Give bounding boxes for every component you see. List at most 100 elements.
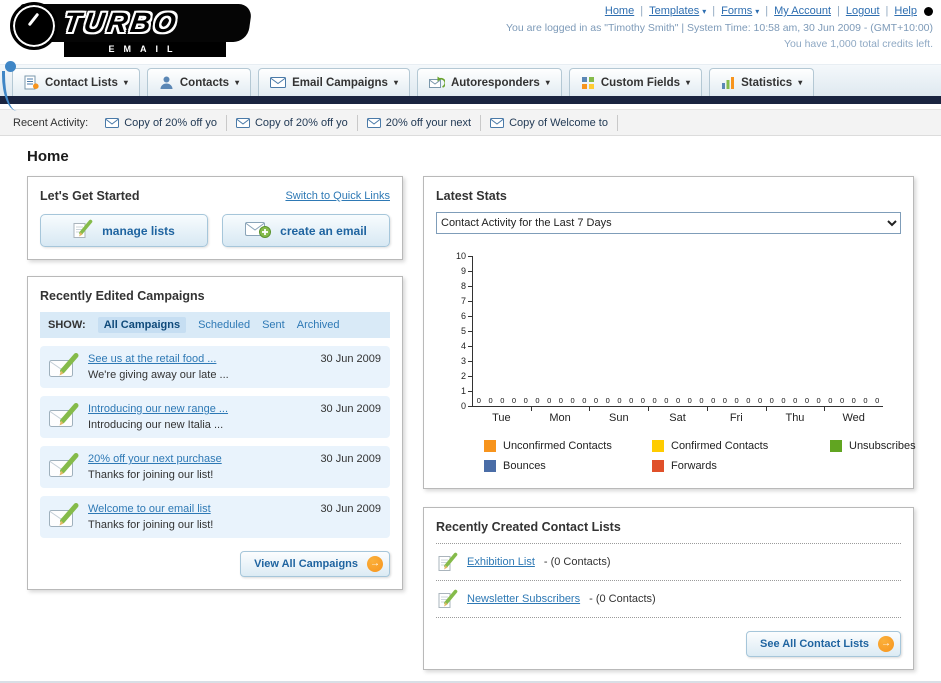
bar-value-label: 0 <box>605 395 610 405</box>
tab-statistics[interactable]: Statistics ▾ <box>709 68 815 96</box>
bar-value-label: 0 <box>804 395 809 405</box>
chart-legend: Unconfirmed Contacts Confirmed Contacts Un… <box>484 440 916 472</box>
recent-activity-item[interactable]: 20% off your next <box>358 114 482 131</box>
contact-activity-chart: 10 9 8 7 6 5 4 3 2 1 0 000000000000000000000000000… <box>446 251 883 411</box>
bar-value-label: 0 <box>640 395 645 405</box>
bar-value-label: 0 <box>488 395 493 405</box>
x-axis-label: Tue <box>492 412 511 424</box>
campaign-title-link[interactable]: Introducing our new range ... <box>88 403 311 415</box>
right-column: Latest Stats Contact Activity for the La… <box>423 176 916 670</box>
view-all-campaigns-button[interactable]: View All Campaigns → <box>240 551 390 577</box>
bar-value-label: 0 <box>547 395 552 405</box>
campaign-title-link[interactable]: See us at the retail food ... <box>88 353 311 365</box>
campaign-title-link[interactable]: 20% off your next purchase <box>88 453 311 465</box>
turbo-email-logo[interactable]: TURBO EMAIL <box>4 2 266 62</box>
bar-value-label: 0 <box>523 395 528 405</box>
y-axis-tick-label: 5 <box>461 326 472 336</box>
chevron-down-icon: ▾ <box>235 78 240 87</box>
chevron-down-icon[interactable]: ▾ <box>702 7 706 16</box>
campaign-filter-sent[interactable]: Sent <box>262 317 285 333</box>
top-link-my-account[interactable]: My Account <box>774 5 831 17</box>
email-campaigns-icon <box>270 77 287 88</box>
campaign-row: Introducing our new range ... Introducing… <box>40 396 390 438</box>
top-link-home[interactable]: Home <box>605 5 634 17</box>
tab-label: Custom Fields <box>600 76 681 89</box>
contact-list-link[interactable]: Newsletter Subscribers <box>467 593 580 605</box>
nav-divider-bar <box>0 96 941 104</box>
chart-category-group: 00000 <box>766 256 825 406</box>
bar-value-label: 0 <box>617 395 622 405</box>
email-edit-icon <box>49 453 79 478</box>
recently-created-contact-lists-panel: Recently Created Contact Lists Exhibitio… <box>423 507 914 670</box>
arrow-right-icon: → <box>367 556 383 572</box>
x-axis-label: Sat <box>648 407 707 424</box>
campaign-filter-scheduled[interactable]: Scheduled <box>198 317 250 333</box>
recent-activity-item[interactable]: Copy of 20% off yo <box>96 114 227 131</box>
manage-lists-label: manage lists <box>102 223 175 238</box>
see-all-contact-lists-label: See All Contact Lists <box>759 638 869 650</box>
chart-category-group: 00000 <box>473 256 532 406</box>
bar-value-label: 0 <box>500 395 505 405</box>
get-started-panel: Let's Get Started Switch to Quick Links … <box>27 176 403 260</box>
campaign-text: Welcome to our email list Thanks for join… <box>88 503 311 531</box>
contact-list-row: Exhibition List - (0 Contacts) <box>436 544 901 581</box>
envelope-icon <box>235 117 250 128</box>
gauge-needle <box>27 12 40 27</box>
tab-label: Email Campaigns <box>292 76 388 89</box>
y-axis-tick-label: 10 <box>456 251 472 261</box>
bar-value-label: 0 <box>558 395 563 405</box>
left-column: Let's Get Started Switch to Quick Links … <box>27 176 403 590</box>
bar-value-label: 0 <box>757 395 763 405</box>
contact-list-link[interactable]: Exhibition List <box>467 556 535 568</box>
tab-email-campaigns[interactable]: Email Campaigns ▾ <box>258 68 410 96</box>
campaign-text: 20% off your next purchase Thanks for joi… <box>88 453 311 481</box>
recent-activity-item-label: Copy of Welcome to <box>509 116 608 129</box>
nav-separator: | <box>640 5 644 17</box>
recent-activity-item[interactable]: Copy of 20% off yo <box>227 114 358 131</box>
create-email-button[interactable]: create an email <box>222 214 390 247</box>
y-axis-tick-label: 9 <box>461 266 472 276</box>
bar-value-label: 0 <box>828 395 833 405</box>
pencil-paper-icon <box>438 552 458 572</box>
campaign-text: Introducing our new range ... Introducing… <box>88 403 311 431</box>
y-axis-tick-label: 6 <box>461 311 472 321</box>
switch-to-quick-links[interactable]: Switch to Quick Links <box>285 190 390 202</box>
campaign-filter-all-campaigns[interactable]: All Campaigns <box>97 317 187 333</box>
nav-separator: | <box>765 5 769 17</box>
tab-label: Statistics <box>741 76 793 89</box>
credits-remaining: You have 1,000 total credits left. <box>783 38 933 50</box>
top-link-templates[interactable]: Templates <box>649 5 699 17</box>
campaign-filter-archived[interactable]: Archived <box>297 317 340 333</box>
campaign-row: See us at the retail food ... We're givin… <box>40 346 390 388</box>
bar-value-label: 0 <box>535 395 540 405</box>
tab-contact-lists[interactable]: Contact Lists ▾ <box>12 68 140 96</box>
bar-value-label: 0 <box>746 395 751 405</box>
top-link-forms[interactable]: Forms <box>721 5 752 17</box>
see-all-contact-lists-button[interactable]: See All Contact Lists → <box>745 631 901 657</box>
bar-value-label: 0 <box>593 395 599 405</box>
y-axis-tick-label: 3 <box>461 356 472 366</box>
stats-period-select[interactable]: Contact Activity for the Last 7 Days <box>436 212 901 234</box>
recent-activity-item[interactable]: Copy of Welcome to <box>481 114 618 131</box>
envelope-icon <box>366 117 381 128</box>
campaign-title-link[interactable]: Welcome to our email list <box>88 503 311 515</box>
arrow-right-icon: → <box>878 636 894 652</box>
chart-category-group: 00000 <box>649 256 708 406</box>
chevron-down-icon[interactable]: ▾ <box>755 7 759 16</box>
tab-contacts[interactable]: Contacts ▾ <box>146 68 252 96</box>
legend-swatch <box>830 440 842 452</box>
legend-label: Bounces <box>503 460 546 472</box>
tab-custom-fields[interactable]: Custom Fields ▾ <box>568 68 703 96</box>
top-link-help[interactable]: Help <box>894 5 917 17</box>
tab-autoresponders[interactable]: Autoresponders ▾ <box>416 68 562 96</box>
top-link-logout[interactable]: Logout <box>846 5 880 17</box>
manage-lists-button[interactable]: manage lists <box>40 214 208 247</box>
bar-value-label: 0 <box>675 395 681 405</box>
bar-value-label: 0 <box>734 395 739 405</box>
bar-value-label: 0 <box>687 395 692 405</box>
legend-swatch <box>652 460 664 472</box>
email-edit-icon <box>49 503 79 528</box>
page-title: Home <box>27 148 69 165</box>
legend-item: Unconfirmed Contacts <box>484 440 652 452</box>
get-started-header: Let's Get Started Switch to Quick Links <box>40 189 390 203</box>
